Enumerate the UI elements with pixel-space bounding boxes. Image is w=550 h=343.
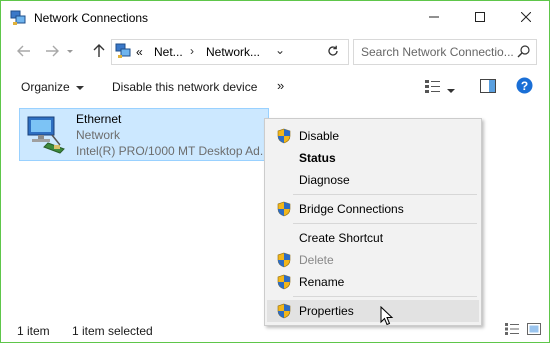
connection-name: Ethernet [76,112,122,126]
search-box[interactable]: Search Network Connectio... [353,39,537,65]
uac-shield-icon [277,128,291,144]
forward-arrow-icon [46,45,59,57]
menu-item-label: Create Shortcut [299,231,384,245]
large-icons-view-icon [527,323,541,335]
menu-item-delete[interactable]: Delete [267,249,479,271]
minimize-icon [429,16,439,18]
up-button[interactable] [88,41,110,61]
menu-item-create-shortcut[interactable]: Create Shortcut [267,227,479,249]
help-icon: ? [516,77,533,94]
address-bar[interactable]: « Net... › Network... ⌄ [111,39,349,65]
close-icon [521,12,531,22]
connection-adapter: Intel(R) PRO/1000 MT Desktop Ad... [76,144,270,158]
network-connections-app-icon [10,10,26,25]
ethernet-connection-item[interactable]: Ethernet Network Intel(R) PRO/1000 MT De… [19,108,270,161]
menu-item-bridge-connections[interactable]: Bridge Connections [267,198,479,220]
menu-item-label: Bridge Connections [299,202,404,216]
breadcrumb-item[interactable]: Network... [206,45,260,59]
preview-pane-button[interactable] [480,79,496,96]
maximize-button[interactable] [457,1,503,33]
menu-item-status[interactable]: Status [267,147,479,169]
back-arrow-icon [17,45,30,57]
item-count: 1 item [17,324,50,338]
view-details-icon [425,80,440,93]
menu-item-label: Disable [299,129,340,143]
chevron-down-icon [67,49,73,53]
menu-item-label: Status [299,151,336,165]
svg-text:?: ? [521,79,528,93]
menu-separator [293,223,477,224]
uac-shield-icon [277,274,291,290]
change-view-button[interactable] [425,79,441,96]
uac-shield-icon [277,201,291,217]
details-view-icon [505,323,519,335]
organize-menu-button[interactable]: Organize [21,80,84,94]
connection-status: Network [76,128,121,142]
selected-count: 1 item selected [72,324,153,338]
up-arrow-icon [93,44,105,57]
chevron-down-icon [75,85,84,90]
close-button[interactable] [503,1,549,33]
breadcrumb-overflow[interactable]: « [136,45,143,59]
more-commands-button[interactable]: » [277,78,284,93]
large-icons-view-button[interactable] [525,321,543,337]
chevron-down-icon [447,88,455,93]
title-bar[interactable]: Network Connections [1,1,549,35]
back-button[interactable] [13,41,35,61]
menu-item-diagnose[interactable]: Diagnose [267,169,479,191]
recent-locations-button[interactable] [63,41,77,61]
help-button[interactable]: ? [516,77,533,97]
menu-item-disable[interactable]: Disable [267,125,479,147]
details-view-button[interactable] [503,321,521,337]
breadcrumb-item[interactable]: Net... [154,45,183,59]
refresh-icon [328,45,338,56]
preview-pane-icon [480,79,496,93]
search-placeholder[interactable]: Search Network Connectio... [361,45,514,59]
refresh-button[interactable] [321,40,345,62]
menu-item-properties[interactable]: Properties [267,300,479,322]
menu-item-label: Delete [299,253,334,267]
mouse-cursor-icon [380,306,394,326]
breadcrumb-separator-icon[interactable]: › [190,44,194,58]
disable-network-device-button[interactable]: Disable this network device [112,80,257,94]
menu-item-rename[interactable]: Rename [267,271,479,293]
view-options-dropdown[interactable] [447,83,455,97]
menu-separator [293,194,477,195]
menu-item-label: Diagnose [299,173,350,187]
chevron-down-icon[interactable]: ⌄ [275,43,285,57]
forward-button[interactable] [41,41,63,61]
menu-item-label: Rename [299,275,345,289]
search-icon[interactable] [517,45,530,58]
menu-separator [293,296,477,297]
command-bar: Organize Disable this network device » ? [1,73,549,101]
context-menu: Disable Status Diagnose Bridge Connectio… [264,118,482,326]
uac-shield-icon [277,252,291,268]
ethernet-adapter-icon [27,116,65,154]
menu-item-label: Properties [299,304,354,318]
minimize-button[interactable] [411,1,457,33]
maximize-icon [475,12,485,22]
network-folder-icon [115,43,131,58]
uac-shield-icon [277,303,291,319]
organize-label: Organize [21,80,70,94]
window-title: Network Connections [34,11,149,25]
